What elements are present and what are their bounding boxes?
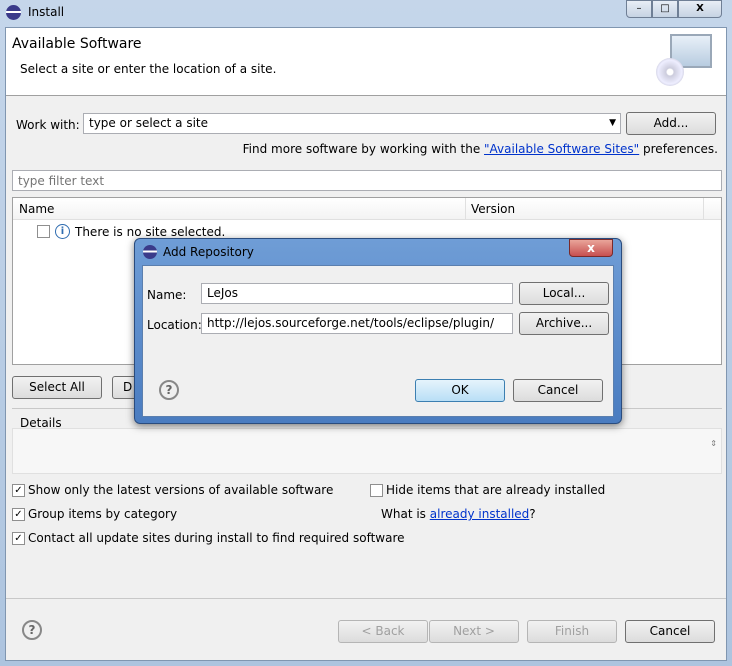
archive-button[interactable]: Archive... (519, 312, 609, 335)
window-title: Install (28, 5, 65, 19)
name-input[interactable]: LeJos (201, 283, 513, 304)
row-name: There is no site selected. (75, 225, 226, 239)
name-label: Name: (147, 288, 187, 302)
help-icon[interactable]: ? (159, 380, 179, 400)
select-all-button[interactable]: Select All (12, 376, 102, 399)
local-button[interactable]: Local... (519, 282, 609, 305)
dialog-cancel-button[interactable]: Cancel (513, 379, 603, 402)
dialog-content: Name: LeJos Local... Location: http://le… (142, 265, 614, 417)
work-with-value: type or select a site (89, 116, 209, 130)
ok-button[interactable]: OK (415, 379, 505, 402)
group-category-label: Group items by category (28, 507, 178, 521)
table-header: Name Version (13, 198, 721, 220)
what-is-prefix: What is (381, 507, 430, 521)
add-repository-dialog: Add Repository x Name: LeJos Local... Lo… (134, 238, 622, 424)
eclipse-icon (143, 245, 157, 259)
show-latest-label: Show only the latest versions of availab… (28, 483, 334, 497)
info-icon: i (55, 224, 70, 239)
what-is-installed: What is already installed? (381, 507, 536, 521)
banner: Available Software Select a site or ente… (6, 28, 726, 96)
contact-all-label: Contact all update sites during install … (28, 531, 405, 545)
contact-all-checkbox[interactable]: ✓ (12, 532, 25, 545)
details-area: ⇕ (12, 428, 722, 474)
column-header-name[interactable]: Name (19, 202, 54, 216)
find-more-suffix: preferences. (639, 142, 718, 156)
work-with-combo[interactable]: type or select a site ▼ (83, 113, 621, 134)
next-button[interactable]: Next > (429, 620, 519, 643)
page-title: Available Software (12, 36, 142, 52)
finish-button[interactable]: Finish (527, 620, 617, 643)
location-input[interactable]: http://lejos.sourceforge.net/tools/eclip… (201, 313, 513, 334)
close-button[interactable]: X (678, 0, 722, 18)
show-latest-checkbox[interactable]: ✓ (12, 484, 25, 497)
dialog-title: Add Repository (163, 245, 254, 259)
page-subtitle: Select a site or enter the location of a… (20, 62, 277, 76)
find-more-prefix: Find more software by working with the (242, 142, 485, 156)
cd-icon (656, 58, 684, 86)
find-more-text: Find more software by working with the "… (243, 142, 718, 156)
back-button[interactable]: < Back (338, 620, 428, 643)
add-button[interactable]: Add... (626, 112, 716, 135)
dialog-close-button[interactable]: x (569, 239, 613, 257)
maximize-button[interactable]: □ (652, 0, 678, 18)
minimize-button[interactable]: – (626, 0, 652, 18)
what-is-suffix: ? (529, 507, 536, 521)
location-label: Location: (147, 318, 202, 332)
available-software-sites-link[interactable]: "Available Software Sites" (484, 142, 639, 156)
filter-input[interactable] (12, 170, 722, 191)
work-with-label: Work with: (16, 118, 80, 132)
cancel-button[interactable]: Cancel (625, 620, 715, 643)
group-category-checkbox[interactable]: ✓ (12, 508, 25, 521)
column-header-version[interactable]: Version (465, 198, 520, 220)
row-checkbox[interactable] (37, 225, 50, 238)
scroll-icon[interactable]: ⇕ (710, 439, 717, 448)
chevron-down-icon[interactable]: ▼ (609, 114, 616, 133)
help-icon[interactable]: ? (22, 620, 42, 640)
hide-installed-checkbox[interactable] (370, 484, 383, 497)
eclipse-icon (6, 5, 21, 20)
already-installed-link[interactable]: already installed (430, 507, 530, 521)
hide-installed-label: Hide items that are already installed (386, 483, 606, 497)
